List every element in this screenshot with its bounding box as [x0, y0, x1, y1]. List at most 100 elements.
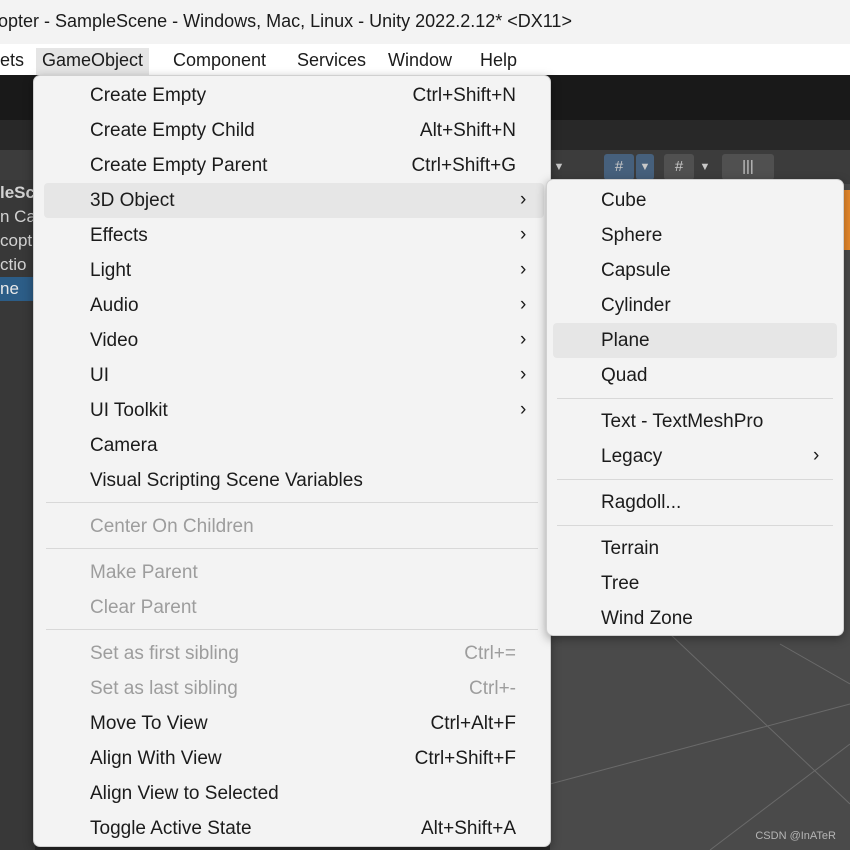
- menu-item-make-parent: Make Parent: [44, 555, 544, 590]
- menu-item-label: Light: [90, 260, 132, 281]
- menu-item-label: Center On Children: [90, 516, 254, 537]
- chevron-down-icon[interactable]: ▼: [636, 154, 654, 180]
- menu-item-create-empty-parent[interactable]: Create Empty Parent Ctrl+Shift+G: [44, 148, 544, 183]
- submenu-item-legacy[interactable]: Legacy ›: [553, 439, 837, 474]
- menu-item-shortcut: Alt+Shift+N: [419, 120, 516, 141]
- menu-item-light[interactable]: Light ›: [44, 253, 544, 288]
- menu-component[interactable]: Component: [167, 48, 272, 75]
- menu-item-label: Capsule: [601, 260, 671, 281]
- submenu-item-wind-zone[interactable]: Wind Zone: [553, 601, 837, 636]
- hierarchy-row[interactable]: ctio: [0, 253, 35, 277]
- menubar: ets GameObject Component Services Window…: [0, 44, 850, 75]
- hierarchy-scene-row[interactable]: leSc: [0, 181, 35, 205]
- menu-separator: [557, 398, 833, 399]
- submenu-item-quad[interactable]: Quad: [553, 358, 837, 393]
- hierarchy-row[interactable]: n Ca: [0, 205, 35, 229]
- menu-item-label: Sphere: [601, 225, 663, 246]
- menu-separator: [46, 502, 538, 503]
- menu-item-clear-parent: Clear Parent: [44, 590, 544, 625]
- menu-item-label: Cylinder: [601, 295, 671, 316]
- menu-item-ui-toolkit[interactable]: UI Toolkit ›: [44, 393, 544, 428]
- submenu-item-cube[interactable]: Cube: [553, 183, 837, 218]
- submenu-item-terrain[interactable]: Terrain: [553, 531, 837, 566]
- chevron-right-icon: ›: [520, 259, 527, 280]
- menu-separator: [46, 548, 538, 549]
- menu-item-label: Toggle Active State: [90, 818, 252, 839]
- menu-item-label: Quad: [601, 365, 648, 386]
- hierarchy-row[interactable]: copt: [0, 229, 35, 253]
- menu-item-shortcut: Ctrl+=: [464, 643, 516, 664]
- menu-item-align-with-view[interactable]: Align With View Ctrl+Shift+F: [44, 741, 544, 776]
- menu-separator: [557, 525, 833, 526]
- chevron-right-icon: ›: [520, 329, 527, 350]
- chevron-right-icon: ›: [520, 189, 527, 210]
- menu-item-label: Set as last sibling: [90, 678, 238, 699]
- submenu-item-cylinder[interactable]: Cylinder: [553, 288, 837, 323]
- menu-gameobject[interactable]: GameObject: [36, 48, 150, 75]
- menu-assets[interactable]: ets: [0, 48, 30, 75]
- hierarchy-panel: leSc n Ca copt ctio ne: [0, 180, 35, 850]
- hierarchy-row-selected[interactable]: ne: [0, 277, 35, 301]
- menu-item-3d-object[interactable]: 3D Object ›: [44, 183, 544, 218]
- window-title: opter - SampleScene - Windows, Mac, Linu…: [0, 11, 572, 31]
- menu-item-label: Ragdoll...: [601, 492, 682, 513]
- grid-snap-button[interactable]: #: [604, 154, 634, 180]
- submenu-item-plane[interactable]: Plane: [553, 323, 837, 358]
- menu-item-create-empty-child[interactable]: Create Empty Child Alt+Shift+N: [44, 113, 544, 148]
- menu-item-label: Tree: [601, 573, 640, 594]
- increment-snap-button[interactable]: |||: [722, 154, 774, 180]
- menu-item-video[interactable]: Video ›: [44, 323, 544, 358]
- submenu-item-ragdoll[interactable]: Ragdoll...: [553, 485, 837, 520]
- menu-item-shortcut: Ctrl+Shift+G: [411, 155, 516, 176]
- menu-item-label: Terrain: [601, 538, 660, 559]
- menu-separator: [557, 479, 833, 480]
- menu-item-label: Set as first sibling: [90, 643, 239, 664]
- menu-services[interactable]: Services: [291, 48, 372, 75]
- menu-item-label: Legacy: [601, 446, 663, 467]
- menu-item-shortcut: Ctrl+-: [469, 678, 516, 699]
- menu-item-label: UI Toolkit: [90, 400, 168, 421]
- menu-item-label: Move To View: [90, 713, 208, 734]
- submenu-item-text-textmeshpro[interactable]: Text - TextMeshPro: [553, 404, 837, 439]
- menu-item-effects[interactable]: Effects ›: [44, 218, 544, 253]
- menu-item-center-on-children: Center On Children: [44, 509, 544, 544]
- 3d-object-submenu: Cube Sphere Capsule Cylinder Plane Quad …: [546, 179, 844, 636]
- chevron-right-icon: ›: [520, 224, 527, 245]
- menu-item-shortcut: Ctrl+Alt+F: [430, 713, 516, 734]
- menu-item-label: Audio: [90, 295, 139, 316]
- scene-gizmo-edge: [843, 190, 850, 250]
- menu-item-toggle-active-state[interactable]: Toggle Active State Alt+Shift+A: [44, 811, 544, 846]
- menu-item-label: Create Empty Child: [90, 120, 255, 141]
- menu-item-camera[interactable]: Camera: [44, 428, 544, 463]
- menu-item-label: Align View to Selected: [90, 783, 279, 804]
- grid-button[interactable]: #: [664, 154, 694, 180]
- hierarchy-header: [0, 150, 35, 180]
- menu-window[interactable]: Window: [382, 48, 458, 75]
- submenu-item-capsule[interactable]: Capsule: [553, 253, 837, 288]
- menu-item-align-view-to-selected[interactable]: Align View to Selected: [44, 776, 544, 811]
- submenu-item-sphere[interactable]: Sphere: [553, 218, 837, 253]
- menu-help[interactable]: Help: [474, 48, 523, 75]
- chevron-down-icon[interactable]: ▼: [696, 154, 714, 180]
- menu-item-shortcut: Ctrl+Shift+N: [412, 85, 516, 106]
- chevron-right-icon: ›: [813, 445, 820, 466]
- submenu-item-tree[interactable]: Tree: [553, 566, 837, 601]
- gameobject-menu: Create Empty Ctrl+Shift+N Create Empty C…: [33, 75, 551, 847]
- menu-item-move-to-view[interactable]: Move To View Ctrl+Alt+F: [44, 706, 544, 741]
- menu-item-audio[interactable]: Audio ›: [44, 288, 544, 323]
- menu-item-label: Camera: [90, 435, 158, 456]
- window-titlebar: opter - SampleScene - Windows, Mac, Linu…: [0, 0, 850, 44]
- menu-item-visual-scripting-scene-variables[interactable]: Visual Scripting Scene Variables: [44, 463, 544, 498]
- menu-item-ui[interactable]: UI ›: [44, 358, 544, 393]
- menu-item-label: Cube: [601, 190, 647, 211]
- menu-item-label: Effects: [90, 225, 148, 246]
- menu-item-label: UI: [90, 365, 109, 386]
- menu-item-label: Make Parent: [90, 562, 198, 583]
- chevron-down-icon[interactable]: ▼: [550, 154, 568, 180]
- menu-item-label: Align With View: [90, 748, 222, 769]
- chevron-right-icon: ›: [520, 294, 527, 315]
- menu-item-label: 3D Object: [90, 190, 175, 211]
- menu-item-label: Create Empty: [90, 85, 207, 106]
- menu-item-create-empty[interactable]: Create Empty Ctrl+Shift+N: [44, 78, 544, 113]
- menu-item-set-last-sibling: Set as last sibling Ctrl+-: [44, 671, 544, 706]
